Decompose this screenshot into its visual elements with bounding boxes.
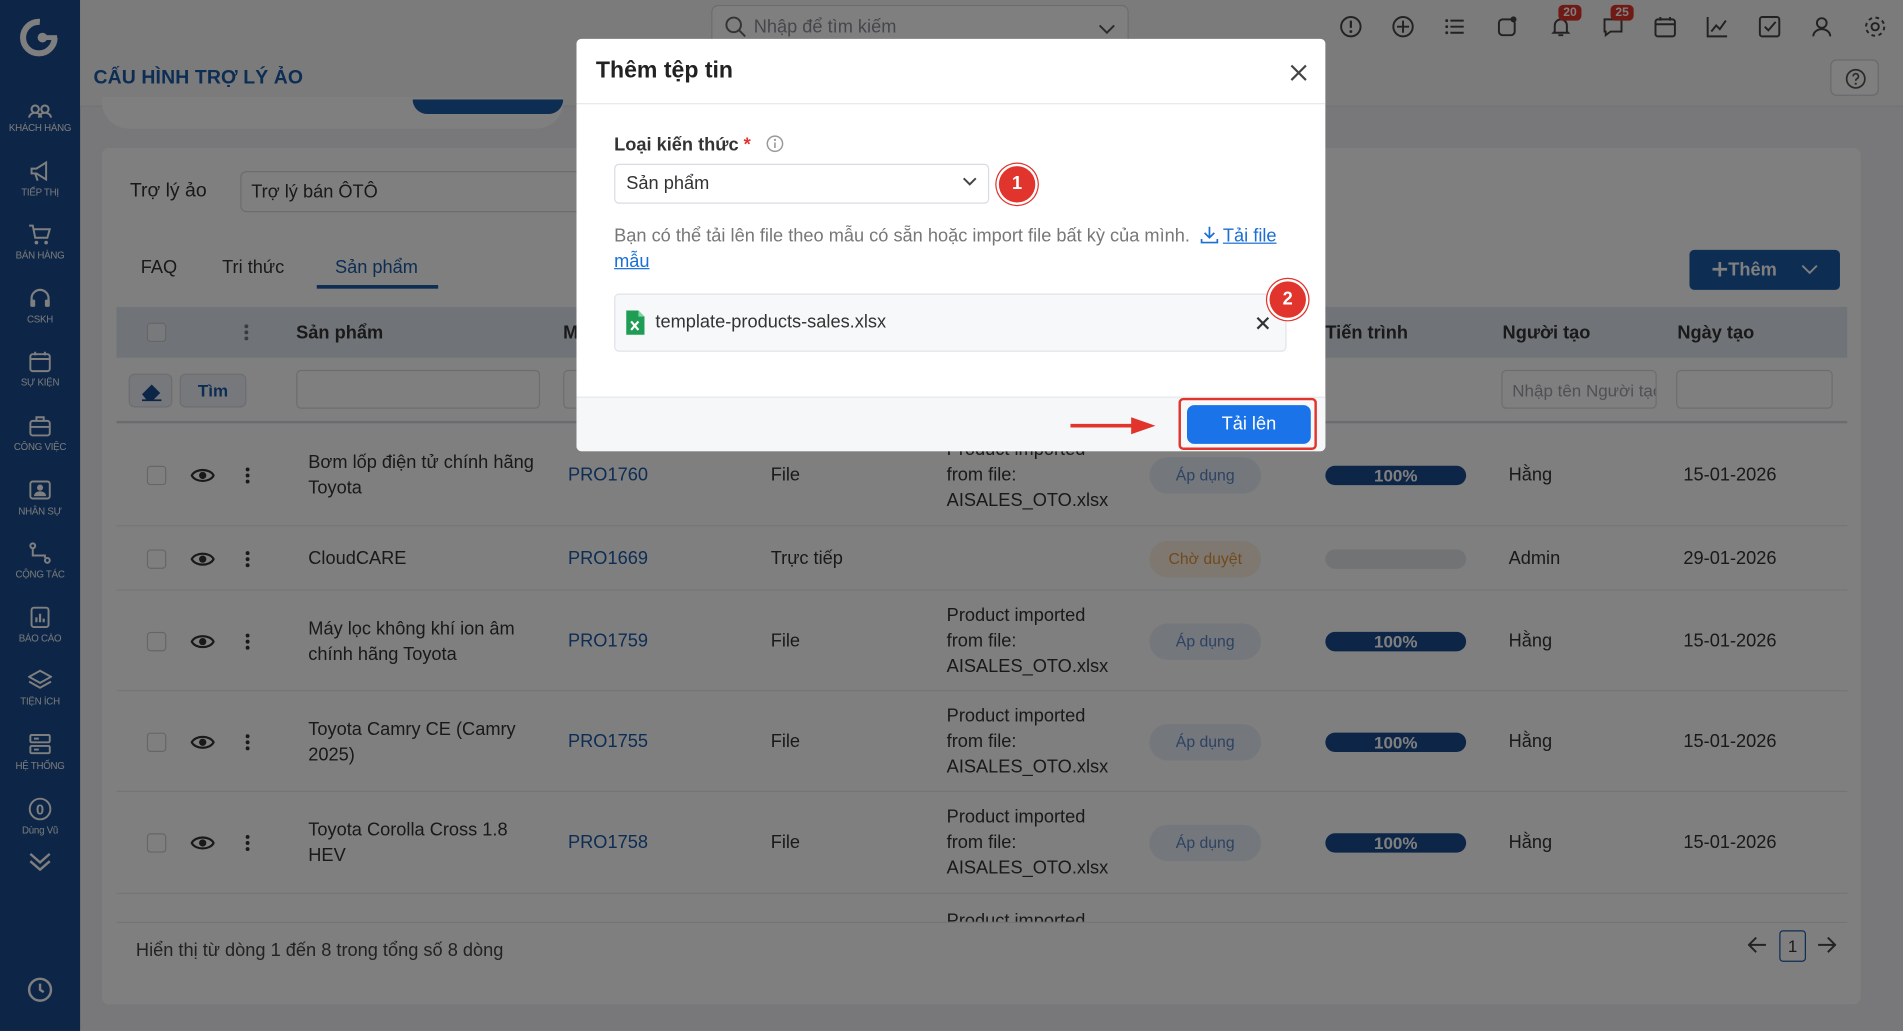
annotation-step-2: 2 xyxy=(1269,281,1306,318)
close-icon[interactable] xyxy=(1287,61,1311,85)
knowledge-type-value: Sản phẩm xyxy=(626,173,710,195)
upload-hint: Bạn có thể tải lên file theo mẫu có sẵn … xyxy=(614,223,1294,274)
annotation-arrow xyxy=(1070,417,1156,435)
knowledge-type-select[interactable]: Sản phẩm xyxy=(614,163,990,204)
remove-file-icon[interactable] xyxy=(1256,317,1270,330)
add-file-modal: Thêm tệp tin Loại kiến thức * Sản phẩm B… xyxy=(576,38,1326,452)
upload-hint-text: Bạn có thể tải lên file theo mẫu có sẵn … xyxy=(614,225,1190,247)
modal-title: Thêm tệp tin xyxy=(595,58,734,84)
excel-file-icon xyxy=(626,310,645,335)
file-name: template-products-sales.xlsx xyxy=(655,311,887,333)
modal-divider xyxy=(576,103,1326,105)
annotation-step-1: 1 xyxy=(998,166,1036,203)
upload-button[interactable]: Tải lên xyxy=(1186,405,1311,444)
knowledge-type-label-text: Loại kiến thức xyxy=(614,134,739,156)
knowledge-type-label: Loại kiến thức * xyxy=(614,132,783,156)
download-icon[interactable] xyxy=(1200,226,1218,244)
chevron-down-icon xyxy=(962,177,977,186)
selected-file: template-products-sales.xlsx xyxy=(614,293,1287,352)
info-icon[interactable] xyxy=(766,135,784,153)
required-mark: * xyxy=(743,134,751,156)
